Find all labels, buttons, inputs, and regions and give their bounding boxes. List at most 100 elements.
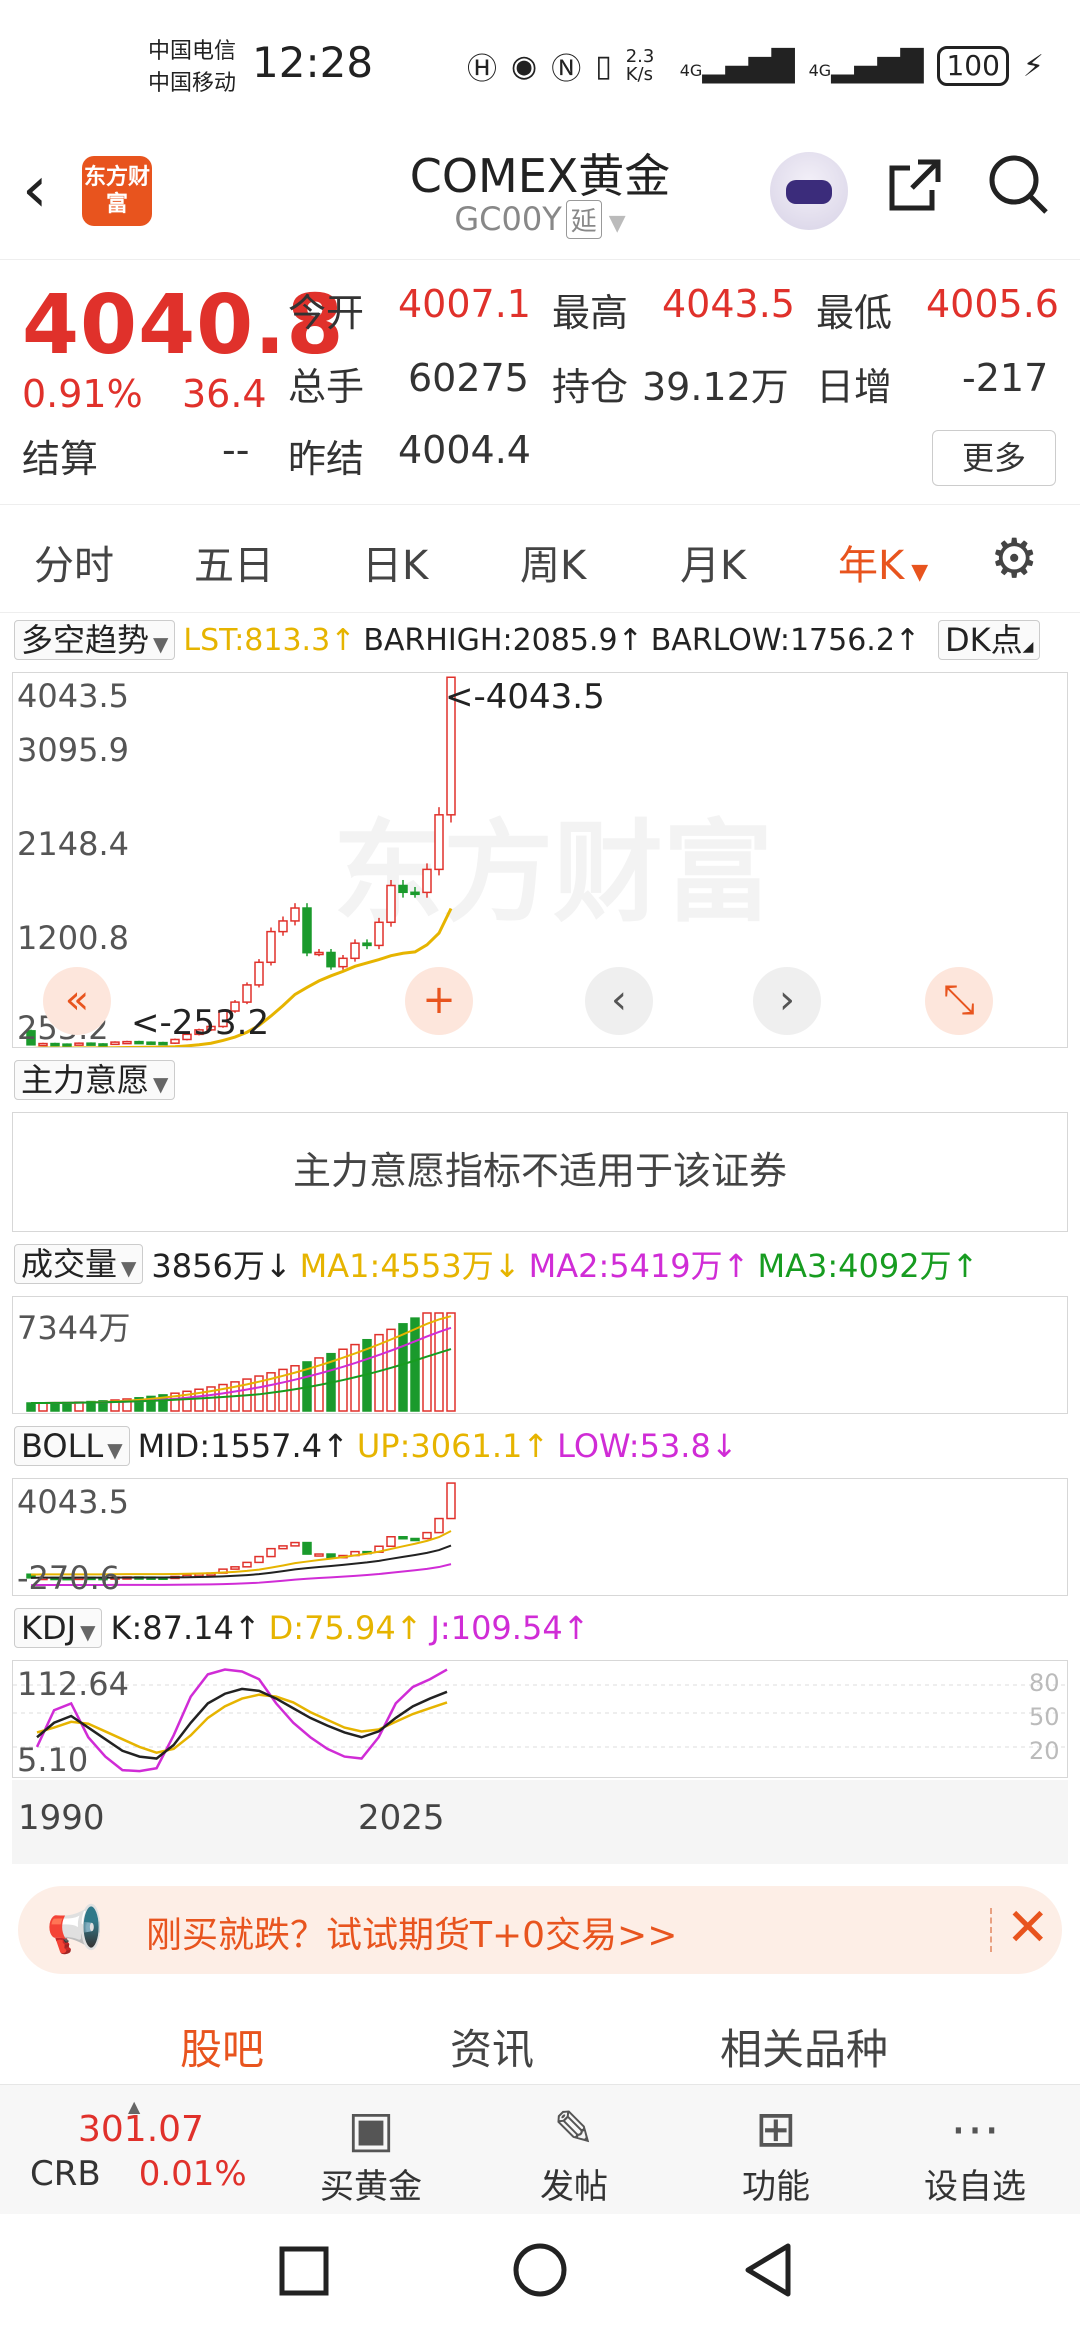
daily-inc-value: -217 xyxy=(962,356,1049,400)
volume-bar: 成交量 ▼ 3856万↓ MA1:4553万↓ MA2:5419万↑ MA3:40… xyxy=(14,1242,978,1286)
chevron-down-icon: ▼ xyxy=(601,211,626,236)
boll-candle xyxy=(398,1536,408,1540)
kline-chart[interactable]: 东方财富 4043.5 3095.9 2148.4 1200.8 253.2 <… xyxy=(12,672,1068,1048)
recent-apps-icon[interactable] xyxy=(278,2242,330,2312)
boll-bar: BOLL ▼ MID:1557.4↑ UP:3061.1↑ LOW:53.8↓ xyxy=(14,1424,738,1468)
tab-related[interactable]: 相关品种 xyxy=(720,2016,888,2077)
tab-monthly-k[interactable]: 月K xyxy=(680,533,746,591)
caret-down-icon: ▼ xyxy=(904,560,929,585)
candle-body xyxy=(314,951,324,956)
battery-icon: 100 xyxy=(937,46,1009,86)
tab-news[interactable]: 资讯 xyxy=(450,2016,534,2077)
tab-daily-k[interactable]: 日K xyxy=(362,533,428,591)
willingness-message: 主力意愿指标不适用于该证券 xyxy=(292,1149,787,1193)
change-value: 36.4 xyxy=(182,372,267,416)
functions-button[interactable]: ⊞ 功能 xyxy=(742,2099,810,2208)
y-label-3: 2148.4 xyxy=(17,825,129,863)
low-value: 4005.6 xyxy=(926,282,1059,326)
boll-up: UP:3061.1↑ xyxy=(356,1427,550,1465)
volume-bar xyxy=(410,1317,420,1412)
tab-intraday[interactable]: 分时 xyxy=(34,533,114,591)
candle-body xyxy=(266,930,276,964)
volume-bar xyxy=(434,1312,444,1412)
main-indicator-select[interactable]: 多空趋势 ▼ xyxy=(14,620,176,660)
boll-candle xyxy=(254,1555,264,1564)
volume-ma3: MA3:4092万↑ xyxy=(757,1247,979,1285)
high-value: 4043.5 xyxy=(662,282,795,326)
barhigh-value: BARHIGH:2085.9↑ xyxy=(363,622,643,658)
post-button[interactable]: ✎ 发帖 xyxy=(540,2099,608,2208)
close-icon[interactable]: ✕ xyxy=(1006,1898,1050,1958)
eye-icon: ◉ xyxy=(511,48,538,84)
candle-body xyxy=(434,814,444,871)
tab-yearly-k[interactable]: 年K ▼ xyxy=(838,533,928,591)
low-marker: <-253.2 xyxy=(131,1003,270,1043)
status-icons: Ⓗ ◉ Ⓝ ▯ 2.3 K/s 4G▂▄▆█ 4G▂▄▆█ 100 ⚡ xyxy=(467,44,1044,88)
add-watchlist-button[interactable]: ⋯ 设自选 xyxy=(924,2099,1026,2208)
candle-body xyxy=(350,942,360,960)
candle-body xyxy=(398,884,408,894)
tab-forum[interactable]: 股吧 xyxy=(180,2016,264,2077)
expand-icon[interactable]: ⤡ xyxy=(925,967,993,1035)
crb-label: CRB xyxy=(30,2154,101,2194)
kdj-svg xyxy=(13,1668,1067,1773)
crosshair-icon[interactable]: + xyxy=(405,967,473,1035)
quote-panel: 4040.8 0.91% 36.4 结算 -- 今开 4007.1 最高 404… xyxy=(0,260,1080,505)
header: ‹ 东方财富 COMEX黄金 GC00Y 延 ▼ xyxy=(0,130,1080,260)
boll-candle xyxy=(266,1547,276,1558)
promo-text: 刚买就跌？试试期货T+0交易>> xyxy=(146,1915,678,1956)
high-marker: <-4043.5 xyxy=(445,677,605,717)
share-icon[interactable] xyxy=(884,154,946,231)
more-icon: ⋯ xyxy=(950,2100,1000,2158)
chart-doc-icon: ▣ xyxy=(347,2100,395,2158)
chevron-right-icon[interactable]: › xyxy=(753,967,821,1035)
boll-low: LOW:53.8↓ xyxy=(557,1427,738,1465)
y-label-4: 1200.8 xyxy=(17,919,129,957)
tab-five-day[interactable]: 五日 xyxy=(194,533,274,591)
volume-y-label: 7344万 xyxy=(17,1309,131,1347)
kdj-select[interactable]: KDJ ▼ xyxy=(14,1608,103,1648)
change-percent: 0.91% xyxy=(22,372,143,416)
kdj-k: K:87.14↑ xyxy=(110,1609,261,1647)
nfc-icon: Ⓝ xyxy=(551,52,582,87)
willingness-select[interactable]: 主力意愿 ▼ xyxy=(14,1060,176,1100)
search-icon[interactable] xyxy=(986,152,1050,231)
crb-index[interactable]: ▲ 301.07 CRB 0.01% xyxy=(30,2097,247,2194)
ai-assistant-icon[interactable] xyxy=(770,152,848,230)
volume-bar xyxy=(422,1312,432,1412)
vibrate-icon: ▯ xyxy=(595,48,612,84)
boll-chart: 4043.5 -270.6 xyxy=(12,1478,1068,1597)
edit-icon: ✎ xyxy=(553,2100,595,2158)
candle-body xyxy=(242,984,252,1003)
home-icon[interactable] xyxy=(512,2242,568,2313)
add-watchlist-label: 设自选 xyxy=(924,2167,1026,2207)
dk-point-button[interactable]: DK点◢ xyxy=(938,620,1041,660)
promo-banner[interactable]: 📢 刚买就跌？试试期货T+0交易>> ✕ xyxy=(18,1886,1062,1974)
more-button[interactable]: 更多 xyxy=(932,430,1056,486)
rewind-icon[interactable]: « xyxy=(43,967,111,1035)
volume-bar xyxy=(50,1402,60,1412)
buy-gold-button[interactable]: ▣ 买黄金 xyxy=(320,2099,422,2208)
x-axis: 1990 2025 xyxy=(12,1780,1068,1864)
volume-select[interactable]: 成交量 ▼ xyxy=(14,1244,144,1284)
volume-bar xyxy=(398,1323,408,1412)
boll-select[interactable]: BOLL ▼ xyxy=(14,1426,130,1466)
tab-weekly-k[interactable]: 周K xyxy=(520,533,586,591)
boll-svg xyxy=(26,1482,456,1587)
kdj-j: J:109.54↑ xyxy=(430,1609,590,1647)
y-label-top: 4043.5 xyxy=(17,677,129,715)
chevron-left-icon[interactable]: ‹ xyxy=(585,967,653,1035)
caret-up-icon: ▲ xyxy=(128,2097,141,2116)
kdj-y-bottom: 5.10 xyxy=(17,1741,89,1779)
candle-body xyxy=(254,961,264,986)
boll-candle xyxy=(410,1537,420,1542)
back-nav-icon[interactable] xyxy=(742,2242,794,2313)
boll-candle xyxy=(386,1536,396,1547)
gear-icon[interactable]: ⚙ xyxy=(990,527,1038,590)
post-label: 发帖 xyxy=(540,2167,608,2207)
volume-value: 3856万↓ xyxy=(151,1247,292,1285)
banner-divider xyxy=(990,1908,992,1952)
candle-body xyxy=(290,907,300,922)
kline-svg xyxy=(26,676,456,1047)
willingness-panel: 主力意愿指标不适用于该证券 xyxy=(12,1112,1068,1232)
